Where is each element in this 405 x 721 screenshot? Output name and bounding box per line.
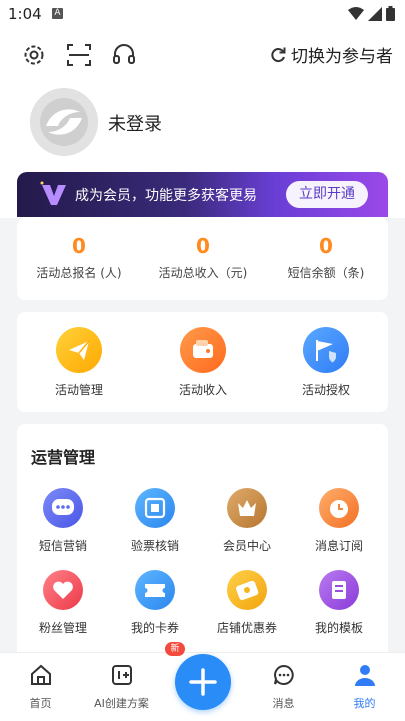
tab-messages[interactable]: 消息: [243, 663, 324, 711]
tab-mine[interactable]: 我的: [324, 663, 405, 711]
coupon-icon: [227, 570, 267, 610]
message-subscription-button[interactable]: 消息订阅: [293, 488, 385, 554]
stat-label: 活动总报名 (人): [36, 266, 122, 280]
create-fab-button[interactable]: [175, 654, 231, 710]
plus-icon: [189, 668, 217, 696]
member-center-button[interactable]: 会员中心: [201, 488, 293, 554]
operation-label: 粉丝管理: [38, 621, 87, 635]
activity-management-button[interactable]: 活动管理: [17, 327, 141, 398]
operations-card: 运营管理 短信营销 验票核销 会员中心 消息订阅 粉丝管理 我的卡券 店铺优惠券…: [17, 424, 388, 664]
ticket-verify-button[interactable]: 验票核销: [109, 488, 201, 554]
activity-income-button[interactable]: 活动收入: [141, 327, 265, 398]
signal-icon: [368, 6, 382, 21]
login-status[interactable]: 未登录: [108, 110, 162, 136]
template-icon: [319, 570, 359, 610]
ai-create-icon: [111, 665, 132, 685]
battery-icon: [386, 6, 395, 21]
top-toolbar: 切换为参与者: [0, 40, 405, 72]
activity-actions-card: 活动管理 活动收入 活动授权: [17, 312, 388, 412]
activity-authorization-button[interactable]: 活动授权: [264, 327, 388, 398]
action-label: 活动授权: [301, 383, 350, 397]
scan-icon: [135, 488, 175, 528]
settings-gear-icon[interactable]: [21, 42, 47, 68]
stat-label: 短信余额（条): [287, 266, 365, 280]
switch-role-label: 切换为参与者: [291, 47, 393, 67]
stat-label: 活动总收入（元): [158, 266, 248, 280]
action-label: 活动管理: [54, 383, 103, 397]
vip-banner[interactable]: 成为会员，功能更多获客更易 立即开通: [17, 172, 388, 217]
my-templates-button[interactable]: 我的模板: [293, 570, 385, 636]
stat-value: 0: [196, 234, 210, 258]
operations-title: 运营管理: [31, 448, 96, 467]
operation-label: 我的卡券: [130, 621, 179, 635]
paper-plane-icon: [56, 327, 102, 373]
person-icon: [354, 665, 375, 686]
flag-shield-icon: [303, 327, 349, 373]
operation-label: 会员中心: [222, 539, 271, 553]
scan-icon[interactable]: [66, 42, 92, 68]
heart-icon: [43, 570, 83, 610]
tab-home[interactable]: 首页: [0, 663, 81, 711]
sms-marketing-button[interactable]: 短信营销: [17, 488, 109, 554]
clock-icon: [319, 488, 359, 528]
stat-value: 0: [72, 234, 86, 258]
notification-icon: A: [52, 8, 63, 19]
wifi-icon: [348, 6, 364, 20]
tab-ai-create[interactable]: AI创建方案: [81, 663, 162, 711]
status-bar: 1:04 A: [0, 0, 405, 28]
operation-label: 短信营销: [38, 539, 87, 553]
tab-label: 消息: [272, 697, 295, 710]
operation-label: 我的模板: [314, 621, 363, 635]
status-time: 1:04: [8, 5, 42, 23]
stats-card: 0 活动总报名 (人) 0 活动总收入（元) 0 短信余额（条): [17, 218, 388, 300]
wallet-icon: [180, 327, 226, 373]
vip-logo-icon: [40, 181, 66, 205]
default-avatar-icon: [30, 88, 98, 156]
store-coupon-button[interactable]: 店铺优惠券: [201, 570, 293, 636]
operation-label: 验票核销: [130, 539, 179, 553]
my-cards-button[interactable]: 我的卡券: [109, 570, 201, 636]
operation-label: 消息订阅: [314, 539, 363, 553]
activate-vip-button[interactable]: 立即开通: [286, 181, 368, 208]
profile-section[interactable]: 未登录: [30, 88, 370, 158]
refresh-icon: [271, 47, 286, 62]
tab-label: 我的: [353, 697, 376, 710]
home-icon: [30, 664, 51, 685]
tab-label: 首页: [29, 697, 52, 710]
stat-registrations[interactable]: 0 活动总报名 (人): [17, 234, 141, 281]
ticket-icon: [135, 570, 175, 610]
message-icon: [273, 664, 294, 685]
tab-label: AI创建方案: [94, 697, 149, 710]
stat-sms-balance[interactable]: 0 短信余额（条): [264, 234, 388, 281]
fans-management-button[interactable]: 粉丝管理: [17, 570, 109, 636]
switch-role-button[interactable]: 切换为参与者: [269, 42, 393, 67]
chat-bubble-icon: [43, 488, 83, 528]
customer-service-headset-icon[interactable]: [111, 42, 137, 68]
vip-banner-text: 成为会员，功能更多获客更易: [75, 188, 257, 204]
stat-value: 0: [319, 234, 333, 258]
stat-income[interactable]: 0 活动总收入（元): [141, 234, 265, 281]
avatar[interactable]: [30, 88, 98, 156]
crown-icon: [227, 488, 267, 528]
operation-label: 店铺优惠券: [216, 621, 277, 635]
action-label: 活动收入: [178, 383, 227, 397]
